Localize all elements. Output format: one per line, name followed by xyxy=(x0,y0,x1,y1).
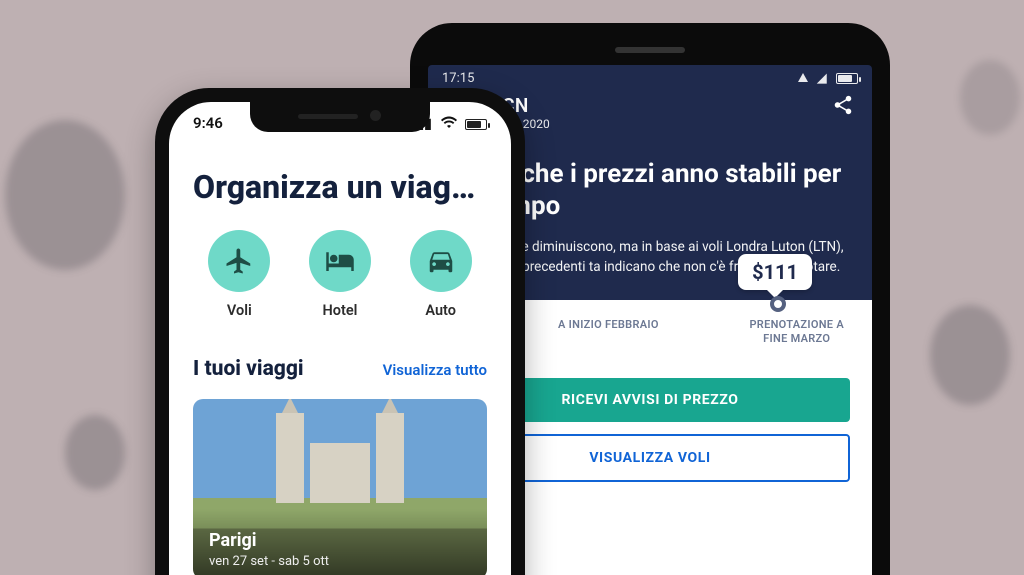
signal-icon xyxy=(798,73,808,82)
trips-section-header: I tuoi viaggi Visualizza tutto xyxy=(169,327,511,393)
chart-label-right: PRENOTAZIONE A FINE MARZO xyxy=(749,318,844,347)
bg-balloon xyxy=(5,120,125,270)
plane-icon xyxy=(208,230,270,292)
category-cars[interactable]: Auto xyxy=(396,230,486,319)
category-label: Hotel xyxy=(323,302,358,319)
android-status-time: 17:15 xyxy=(442,71,474,86)
iphone-device-frame: 9:46 ▮▮▮ Organizza un viag… Voli xyxy=(155,88,525,575)
trips-section-title: I tuoi viaggi xyxy=(193,357,304,381)
network-icon: ◢ xyxy=(817,71,827,86)
trip-city: Parigi xyxy=(209,530,257,551)
bg-balloon xyxy=(65,415,125,490)
view-all-link[interactable]: Visualizza tutto xyxy=(383,361,487,379)
page-title: Organizza un viag… xyxy=(169,138,511,224)
category-label: Voli xyxy=(227,302,252,319)
category-flights[interactable]: Voli xyxy=(194,230,284,319)
chart-label-right-l1: PRENOTAZIONE A xyxy=(749,318,844,331)
bg-balloon xyxy=(930,305,1010,405)
trip-card-illustration xyxy=(276,413,404,503)
chart-label-mid: A INIZIO FEBBRAIO xyxy=(558,318,659,347)
trip-dates: ven 27 set - sab 5 ott xyxy=(209,554,329,569)
chart-label-right-l2: FINE MARZO xyxy=(763,332,830,345)
chart-marker xyxy=(770,296,786,312)
iphone-notch xyxy=(250,102,430,132)
android-status-icons: ◢ xyxy=(792,71,858,86)
category-hotels[interactable]: Hotel xyxy=(295,230,385,319)
car-icon xyxy=(410,230,472,292)
android-status-bar: 17:15 ◢ xyxy=(428,65,872,90)
bg-balloon xyxy=(960,60,1020,135)
battery-icon xyxy=(465,119,487,130)
category-row: Voli Hotel Auto xyxy=(169,224,511,327)
category-label: Auto xyxy=(425,302,456,319)
ios-status-time: 9:46 xyxy=(193,114,223,132)
wifi-icon xyxy=(441,116,460,132)
bed-icon xyxy=(309,230,371,292)
battery-icon xyxy=(836,73,858,84)
price-tag: $111 xyxy=(738,254,812,290)
iphone-screen: 9:46 ▮▮▮ Organizza un viag… Voli xyxy=(169,102,511,575)
share-icon[interactable] xyxy=(832,94,854,120)
android-speaker xyxy=(615,47,685,53)
trip-card-paris[interactable]: Parigi ven 27 set - sab 5 ott xyxy=(193,399,487,575)
